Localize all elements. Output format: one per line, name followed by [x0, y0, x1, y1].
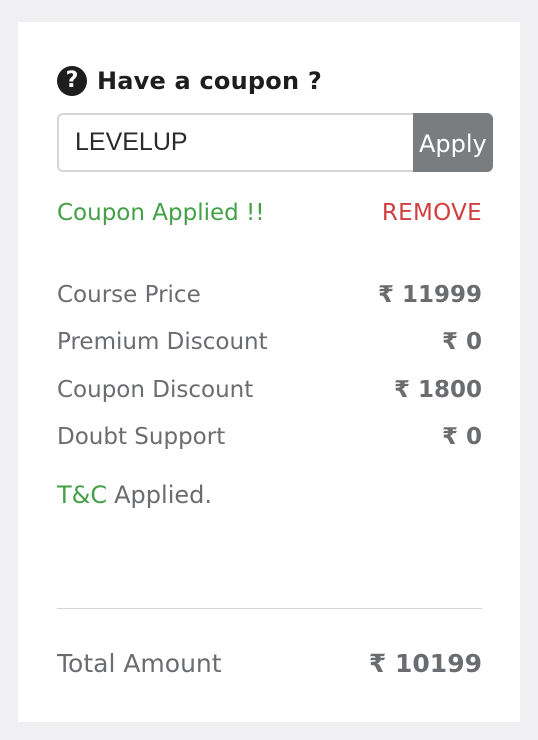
- order-summary-card: ? Have a coupon ? Apply Coupon Applied !…: [18, 22, 520, 722]
- price-label: Doubt Support: [57, 424, 226, 451]
- price-row-premium-discount: Premium Discount ₹ 0: [57, 319, 482, 367]
- price-row-doubt-support: Doubt Support ₹ 0: [57, 414, 482, 462]
- price-row-coupon-discount: Coupon Discount ₹ 1800: [57, 366, 482, 414]
- price-breakdown: Course Price ₹ 11999 Premium Discount ₹ …: [57, 271, 482, 461]
- price-value: ₹ 11999: [377, 281, 482, 308]
- total-label: Total Amount: [57, 648, 222, 678]
- coupon-form: Apply: [57, 113, 493, 172]
- coupon-status-row: Coupon Applied !! REMOVE: [57, 196, 482, 230]
- coupon-applied-message: Coupon Applied !!: [57, 200, 265, 226]
- price-row-course-price: Course Price ₹ 11999: [57, 271, 482, 319]
- terms-row: T&C Applied.: [57, 478, 212, 512]
- coupon-header: ? Have a coupon ?: [57, 64, 322, 98]
- price-label: Coupon Discount: [57, 376, 254, 403]
- question-circle-icon: ?: [57, 66, 87, 96]
- terms-suffix: Applied.: [114, 481, 212, 509]
- total-row: Total Amount ₹ 10199: [57, 645, 482, 681]
- price-value: ₹ 1800: [393, 376, 482, 403]
- price-value: ₹ 0: [441, 424, 482, 451]
- coupon-input[interactable]: [57, 113, 413, 172]
- remove-coupon-link[interactable]: REMOVE: [382, 200, 482, 226]
- total-value: ₹ 10199: [368, 648, 482, 678]
- coupon-title: Have a coupon ?: [97, 67, 322, 95]
- price-label: Course Price: [57, 281, 201, 308]
- terms-link[interactable]: T&C: [57, 481, 107, 509]
- apply-button[interactable]: Apply: [413, 113, 493, 172]
- divider: [57, 608, 482, 609]
- price-label: Premium Discount: [57, 329, 268, 356]
- price-value: ₹ 0: [441, 329, 482, 356]
